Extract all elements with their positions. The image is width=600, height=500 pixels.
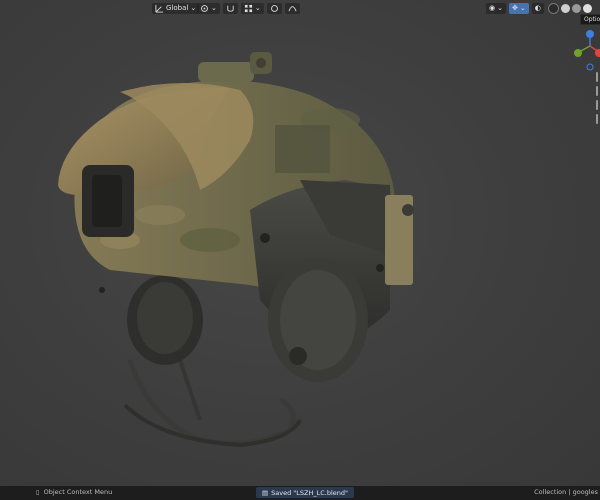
tooltip: Option [580,14,600,25]
chevron-down-icon: ⌄ [519,4,526,12]
chevron-down-icon: ⌄ [211,4,217,12]
proportional-editing-toggle[interactable] [266,2,282,14]
snap-icon [227,5,234,12]
context-menu-hint: ▯ Object Context Menu [36,488,112,496]
pivot-icon [201,4,208,12]
status-bar: ▯ Object Context Menu ▤ Saved "LSZH_LC.b… [0,486,600,500]
visibility-button[interactable]: ◉ ⌄ [486,2,506,14]
navigation-gizmo[interactable] [566,26,600,72]
global-orientation-icon [155,4,164,13]
falloff-button[interactable] [284,2,300,14]
gizmo-icon: ✥ [511,4,518,12]
saved-message: Saved "LSZH_LC.blend" [271,488,349,497]
chevron-down-icon: ⌄ [497,4,503,12]
z-axis-icon [586,30,594,38]
pivot-point-button[interactable]: ⌄ [197,2,220,14]
chevron-down-icon: ⌄ [190,4,197,12]
eye-icon: ◉ [489,4,496,12]
falloff-icon [288,5,297,11]
helmet-render [58,52,414,448]
neg-z-axis-icon [586,63,594,71]
overlay-toggle[interactable]: ◐ [531,2,544,14]
saved-notification: ▤ Saved "LSZH_LC.blend" [256,487,355,498]
overlay-icon: ◐ [534,4,541,12]
collection-info: Collection | googles [534,488,598,496]
proportional-editing-icon [270,4,278,12]
3d-viewport[interactable]: Global ⌄ ⌄ ⌄ ◉ ⌄ ✥ ⌄ ◐ Optio [0,0,600,486]
orientation-button[interactable]: Global ⌄ [152,2,200,14]
grid-icon [244,4,252,12]
transform-orientation-dropdown[interactable]: Global ⌄ [152,2,200,14]
rendered-shading-button[interactable] [583,3,592,13]
orientation-label: Global [166,4,189,12]
material-preview-button[interactable] [572,3,581,13]
snap-toggle[interactable] [222,2,238,14]
mouse-right-icon: ▯ [36,488,40,496]
wireframe-shading-button[interactable] [548,2,559,14]
snap-settings-button[interactable]: ⌄ [240,2,264,14]
gizmo-toggle[interactable]: ✥ ⌄ [508,2,529,14]
solid-shading-button[interactable] [561,3,570,13]
y-axis-icon [574,49,582,57]
chevron-down-icon: ⌄ [254,4,261,12]
sidebar-tabs[interactable] [596,72,600,128]
context-menu-label: Object Context Menu [43,488,113,496]
file-icon: ▤ [262,488,269,497]
